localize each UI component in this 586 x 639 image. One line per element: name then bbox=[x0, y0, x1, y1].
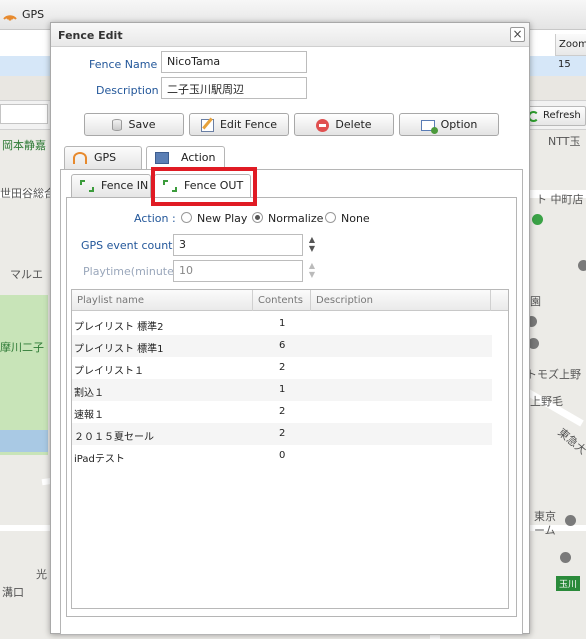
map-label: 世田谷総合 bbox=[0, 187, 55, 200]
contents-cell: 2 bbox=[279, 362, 286, 373]
delete-icon bbox=[316, 118, 330, 132]
table-row[interactable]: プレイリスト１ 2 bbox=[72, 357, 492, 379]
contents-cell: 0 bbox=[279, 450, 286, 461]
playlist-name-cell: iPadテスト bbox=[74, 454, 125, 465]
fence-out-highlight bbox=[151, 167, 257, 206]
app-title: GPS bbox=[22, 8, 45, 21]
gps-event-count-stepper[interactable]: ▲ ▼ bbox=[307, 235, 317, 255]
playlist-name-cell: 速報１ bbox=[74, 410, 104, 421]
playtime-stepper: ▲ ▼ bbox=[308, 261, 316, 279]
map-pin-icon[interactable] bbox=[560, 552, 571, 563]
contents-cell: 1 bbox=[279, 318, 286, 329]
radio-none-label: None bbox=[341, 212, 370, 225]
contents-cell: 2 bbox=[279, 428, 286, 439]
fence-name-input[interactable]: NicoTama bbox=[161, 51, 307, 73]
refresh-button[interactable]: Refresh bbox=[522, 106, 586, 126]
map-label: 摩川二子 bbox=[0, 341, 44, 354]
option-icon bbox=[420, 119, 438, 134]
radio-normalize[interactable] bbox=[252, 212, 263, 223]
tab-gps[interactable]: GPS bbox=[64, 146, 142, 169]
map-pin-icon[interactable] bbox=[578, 260, 586, 271]
grid-zoom-value: 15 bbox=[558, 59, 571, 70]
radio-new-play-label: New Play bbox=[197, 212, 248, 225]
dialog-titlebar[interactable]: Fence Edit × bbox=[51, 23, 529, 47]
column-header-description[interactable]: Description bbox=[311, 290, 491, 311]
contents-cell: 1 bbox=[279, 384, 286, 395]
tab-fence-in-label: Fence IN bbox=[101, 179, 149, 192]
table-row[interactable]: 速報１ 2 bbox=[72, 401, 492, 423]
save-button[interactable]: Save bbox=[84, 113, 184, 136]
map-label: 園 bbox=[530, 295, 541, 308]
table-row[interactable]: プレイリスト 標準1 6 bbox=[72, 335, 492, 357]
playtime-label: Playtime(minute) : bbox=[83, 265, 186, 278]
background-search-input[interactable] bbox=[0, 104, 48, 124]
map-label: 岡本静嘉 bbox=[2, 139, 46, 152]
column-header-playlist-name[interactable]: Playlist name bbox=[72, 290, 253, 311]
option-label: Option bbox=[440, 118, 478, 131]
playlist-grid: Playlist name Contents Description プレイリス… bbox=[71, 289, 509, 609]
map-label: マルエ bbox=[10, 268, 43, 281]
gps-event-count-input[interactable]: 3 bbox=[173, 234, 303, 256]
gps-signal-icon bbox=[3, 15, 17, 21]
radio-none[interactable] bbox=[325, 212, 336, 223]
monitor-icon bbox=[155, 152, 169, 164]
radio-new-play[interactable] bbox=[181, 212, 192, 223]
map-route-badge: 玉川 bbox=[556, 576, 581, 591]
save-icon bbox=[112, 119, 123, 131]
map-label: 上野毛 bbox=[530, 395, 563, 408]
playlist-name-cell: プレイリスト 標準1 bbox=[74, 344, 164, 355]
tab-fence-in[interactable]: Fence IN bbox=[71, 174, 151, 197]
radio-normalize-label: Normalize bbox=[268, 212, 324, 225]
gps-signal-icon bbox=[73, 152, 87, 164]
description-input[interactable]: 二子玉川駅周辺 bbox=[161, 77, 307, 99]
map-label: NTT玉 bbox=[548, 135, 581, 148]
dialog-title: Fence Edit bbox=[58, 29, 123, 42]
playlist-name-cell: ２０１５夏セール bbox=[74, 432, 154, 443]
playlist-name-cell: プレイリスト 標準2 bbox=[74, 322, 164, 333]
description-label: Description : bbox=[96, 84, 166, 97]
map-label: ト 中町店 bbox=[536, 193, 584, 206]
map-label: 溝口 bbox=[2, 586, 24, 599]
table-row[interactable]: ２０１５夏セール 2 bbox=[72, 423, 492, 445]
table-row[interactable]: iPadテスト 0 bbox=[72, 445, 492, 467]
map-label: ーム bbox=[534, 524, 556, 537]
option-button[interactable]: Option bbox=[399, 113, 499, 136]
fence-edit-dialog: Fence Edit × Fence Name : NicoTama Descr… bbox=[50, 22, 530, 635]
table-row[interactable]: プレイリスト 標準2 1 bbox=[72, 313, 492, 335]
delete-label: Delete bbox=[335, 118, 372, 131]
map-label: トモズ上野 bbox=[526, 368, 581, 381]
gps-event-count-label: GPS event count : bbox=[81, 239, 180, 252]
edit-fence-button[interactable]: Edit Fence bbox=[189, 113, 289, 136]
delete-button[interactable]: Delete bbox=[294, 113, 394, 136]
playlist-name-cell: 割込１ bbox=[74, 388, 104, 399]
fence-name-label: Fence Name : bbox=[89, 58, 165, 71]
contents-cell: 2 bbox=[279, 406, 286, 417]
edit-fence-label: Edit Fence bbox=[219, 118, 278, 131]
map-label: 光 bbox=[36, 568, 47, 581]
map-pin-icon[interactable] bbox=[532, 214, 543, 225]
map-label: 東急大 bbox=[555, 425, 586, 457]
tab-action-label: Action bbox=[181, 151, 216, 164]
edit-icon bbox=[200, 118, 214, 132]
playlist-grid-header: Playlist name Contents Description bbox=[72, 290, 508, 311]
contents-cell: 6 bbox=[279, 340, 286, 351]
map-pin-icon[interactable] bbox=[565, 515, 576, 526]
action-label: Action : bbox=[134, 212, 176, 225]
column-header-contents[interactable]: Contents bbox=[253, 290, 311, 311]
close-icon[interactable]: × bbox=[510, 27, 525, 42]
table-row[interactable]: 割込１ 1 bbox=[72, 379, 492, 401]
tab-gps-label: GPS bbox=[94, 151, 117, 164]
refresh-label: Refresh bbox=[543, 110, 581, 121]
fence-in-icon bbox=[80, 180, 94, 192]
playtime-input[interactable]: 10 bbox=[173, 260, 303, 282]
grid-header-zoom[interactable]: Zoom bbox=[555, 34, 586, 56]
save-label: Save bbox=[128, 118, 156, 131]
playlist-name-cell: プレイリスト１ bbox=[74, 366, 144, 377]
